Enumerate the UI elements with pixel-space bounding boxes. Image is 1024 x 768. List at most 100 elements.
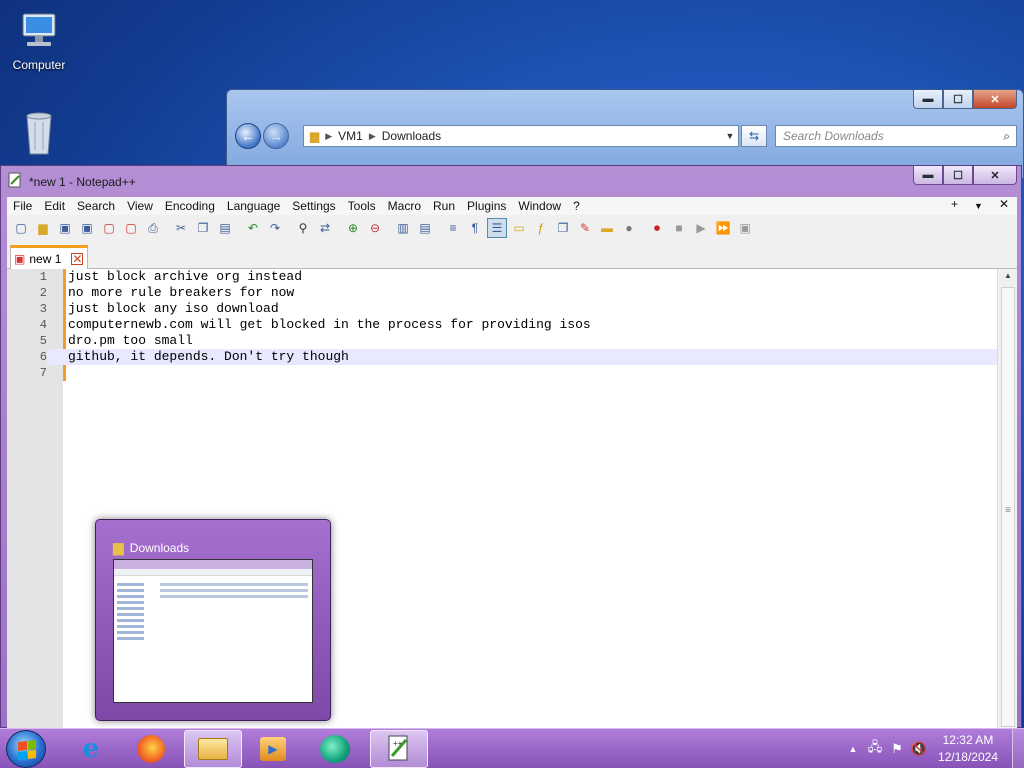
recycle-bin-icon: [15, 108, 63, 156]
menu-file[interactable]: File: [7, 199, 38, 213]
editor-line[interactable]: 3 just block any iso download: [7, 301, 997, 317]
taskbar-media-player[interactable]: ▶: [244, 730, 302, 768]
zoom-out-icon[interactable]: ⊖: [365, 218, 385, 238]
replace-icon[interactable]: ⇄: [315, 218, 335, 238]
explorer-minimize-button[interactable]: ▬: [913, 90, 943, 109]
back-button[interactable]: ←: [235, 123, 261, 149]
menu-run[interactable]: Run: [427, 199, 461, 213]
editor-line[interactable]: 1 just block archive org instead: [7, 269, 997, 285]
notepad-close-button[interactable]: ✕: [973, 166, 1017, 185]
menu-language[interactable]: Language: [221, 199, 286, 213]
breadcrumb-vm1[interactable]: VM1: [338, 129, 363, 143]
system-clock[interactable]: 12:32 AM 12/18/2024: [938, 732, 998, 766]
menu-settings[interactable]: Settings: [286, 199, 341, 213]
doc-list-icon[interactable]: ❐: [553, 218, 573, 238]
editor-line[interactable]: 7: [7, 365, 997, 381]
stop-macro-icon[interactable]: ■: [669, 218, 689, 238]
find-icon[interactable]: ⚲: [293, 218, 313, 238]
taskbar-thumbnail-preview[interactable]: ▆ Downloads: [95, 519, 331, 721]
menu-edit[interactable]: Edit: [38, 199, 71, 213]
redo-icon[interactable]: ↷: [265, 218, 285, 238]
function-list-icon[interactable]: ƒ: [531, 218, 551, 238]
windows-logo-icon: [18, 740, 36, 760]
print-icon[interactable]: ⎙: [143, 218, 163, 238]
open-file-icon[interactable]: ▆: [33, 218, 53, 238]
editor-line[interactable]: 2 no more rule breakers for now: [7, 285, 997, 301]
notepad-maximize-button[interactable]: ☐: [943, 166, 973, 185]
save-macro-icon[interactable]: ▣: [735, 218, 755, 238]
word-wrap-icon[interactable]: ≡: [443, 218, 463, 238]
folder-icon: ▆: [113, 539, 124, 555]
copy-icon[interactable]: ❐: [193, 218, 213, 238]
indent-guide-icon[interactable]: ☰: [487, 218, 507, 238]
volume-muted-icon[interactable]: 🔇: [908, 741, 930, 757]
menu-window[interactable]: Window: [512, 199, 567, 213]
run-macro-multiple-icon[interactable]: ⏩: [713, 218, 733, 238]
svg-text:++: ++: [393, 739, 403, 748]
doc-map-icon[interactable]: ▭: [509, 218, 529, 238]
taskbar-notepad-plus-plus[interactable]: ++: [370, 730, 428, 768]
paste-icon[interactable]: ▤: [215, 218, 235, 238]
monitoring-icon[interactable]: ●: [619, 218, 639, 238]
folder-icon[interactable]: ▬: [597, 218, 617, 238]
close-document-icon[interactable]: ✕: [999, 197, 1009, 215]
menu-plugins[interactable]: Plugins: [461, 199, 512, 213]
vertical-scrollbar[interactable]: ▲ ≡: [997, 269, 1017, 729]
zoom-in-icon[interactable]: ⊕: [343, 218, 363, 238]
save-icon[interactable]: ▣: [55, 218, 75, 238]
breadcrumb-separator-icon: ▶: [325, 130, 333, 141]
show-all-chars-icon[interactable]: ¶: [465, 218, 485, 238]
explorer-maximize-button[interactable]: ☐: [943, 90, 973, 109]
line-text: just block any iso download: [68, 301, 279, 316]
taskbar-internet-explorer[interactable]: e: [62, 730, 120, 768]
close-all-icon[interactable]: ▢: [121, 218, 141, 238]
sync-vertical-icon[interactable]: ▥: [393, 218, 413, 238]
folder-as-workspace-icon[interactable]: ✎: [575, 218, 595, 238]
breadcrumb-downloads[interactable]: Downloads: [382, 129, 441, 143]
close-file-icon[interactable]: ▢: [99, 218, 119, 238]
editor-line[interactable]: 5 dro.pm too small: [7, 333, 997, 349]
forward-button[interactable]: →: [263, 123, 289, 149]
menu-macro[interactable]: Macro: [382, 199, 427, 213]
address-bar[interactable]: ▆ ▶ VM1 ▶ Downloads ▼: [303, 125, 739, 147]
new-tab-plus-icon[interactable]: +: [951, 197, 958, 215]
tab-new-1[interactable]: ▣ new 1 ✕: [10, 245, 88, 269]
show-hidden-icons-icon[interactable]: ▲: [842, 744, 864, 754]
editor-line[interactable]: 4 computernewb.com will get blocked in t…: [7, 317, 997, 333]
explorer-close-button[interactable]: ✕: [973, 90, 1017, 109]
sync-horizontal-icon[interactable]: ▤: [415, 218, 435, 238]
scroll-up-icon[interactable]: ▲: [998, 271, 1018, 280]
network-icon[interactable]: 🖧: [864, 738, 886, 760]
menu-tools[interactable]: Tools: [342, 199, 382, 213]
menu-search[interactable]: Search: [71, 199, 121, 213]
window-title: *new 1 - Notepad++: [29, 174, 136, 189]
action-center-flag-icon[interactable]: ⚑: [886, 741, 908, 757]
search-input[interactable]: Search Downloads ⌕: [775, 125, 1017, 147]
menu-encoding[interactable]: Encoding: [159, 199, 221, 213]
play-macro-icon[interactable]: ▶: [691, 218, 711, 238]
undo-icon[interactable]: ↶: [243, 218, 263, 238]
record-macro-icon[interactable]: ⏺: [647, 218, 667, 238]
tab-list-down-icon[interactable]: ▼: [974, 197, 983, 215]
taskbar-file-explorer[interactable]: [184, 730, 242, 768]
desktop-icon-recycle-bin[interactable]: [2, 108, 76, 160]
editor-line-active[interactable]: 6 github, it depends. Don't try though: [7, 349, 997, 365]
desktop-icon-computer[interactable]: Computer: [2, 6, 76, 72]
address-dropdown-icon[interactable]: ▼: [722, 131, 738, 141]
forward-arrow-icon: →: [269, 128, 283, 144]
tab-close-icon[interactable]: ✕: [71, 252, 84, 265]
firefox-icon: [137, 735, 165, 763]
taskbar-chat-app[interactable]: [306, 730, 364, 768]
taskbar-firefox[interactable]: [122, 730, 180, 768]
start-button[interactable]: [6, 730, 46, 768]
menu-help[interactable]: ?: [567, 199, 586, 213]
menu-view[interactable]: View: [121, 199, 159, 213]
notepad-minimize-button[interactable]: ▬: [913, 166, 943, 185]
save-all-icon[interactable]: ▣: [77, 218, 97, 238]
new-file-icon[interactable]: ▢: [11, 218, 31, 238]
refresh-button[interactable]: ⇆: [741, 125, 767, 147]
cut-icon[interactable]: ✂: [171, 218, 191, 238]
window-titlebar: *new 1 - Notepad++: [7, 172, 136, 191]
line-text: no more rule breakers for now: [68, 285, 295, 300]
show-desktop-button[interactable]: [1012, 729, 1024, 768]
